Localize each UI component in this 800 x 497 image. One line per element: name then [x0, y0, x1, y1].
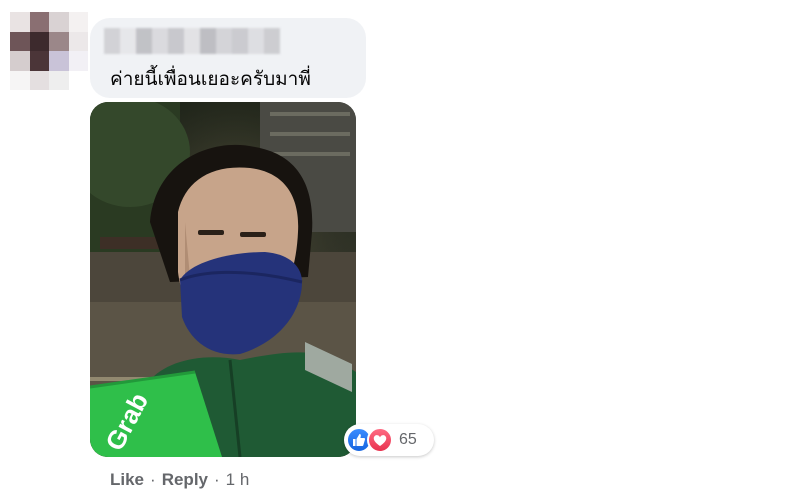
love-icon [367, 427, 393, 453]
separator-dot: · [150, 470, 156, 489]
commenter-avatar[interactable] [10, 12, 88, 90]
comment-timestamp[interactable]: 1 h [226, 470, 250, 490]
comment-actions: Like · Reply · 1 h [110, 470, 249, 490]
reaction-count: 65 [399, 431, 417, 448]
comment-photo[interactable]: Grab [90, 102, 356, 457]
reaction-summary[interactable]: 65 [344, 424, 434, 456]
commenter-name-blurred[interactable] [104, 28, 280, 54]
comment-text: ค่ายนี้เพื่อนเยอะครับมาพี่ [110, 68, 311, 90]
reply-button[interactable]: Reply [162, 470, 208, 490]
separator-dot: · [214, 470, 220, 489]
like-button[interactable]: Like [110, 470, 144, 490]
